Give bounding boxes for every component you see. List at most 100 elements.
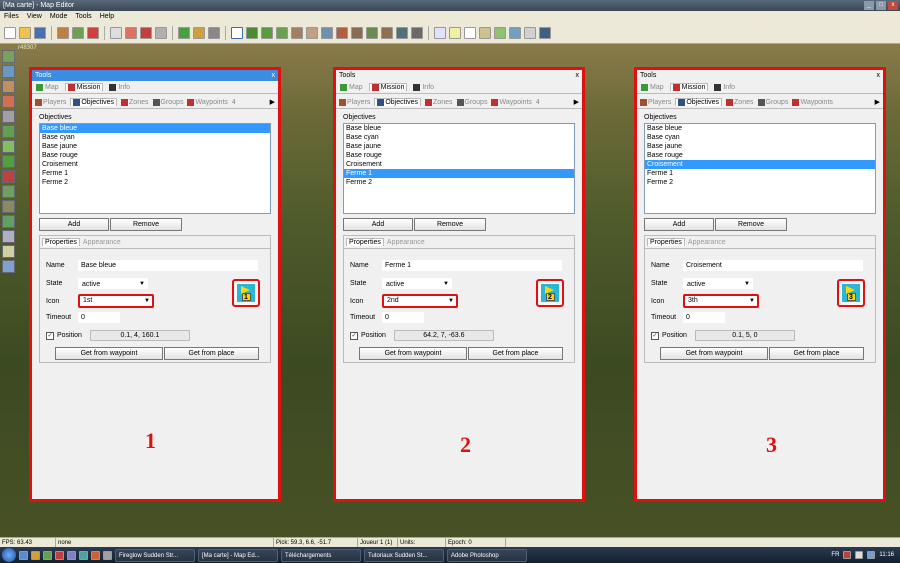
add-button[interactable]: Add <box>343 218 413 231</box>
name-field[interactable]: Croisement <box>683 260 863 271</box>
tray-icon[interactable] <box>855 551 864 559</box>
get-from-waypoint-button[interactable]: Get from waypoint <box>660 347 768 360</box>
list-item[interactable]: Ferme 2 <box>344 178 574 187</box>
tree-icon[interactable] <box>246 26 258 39</box>
unit-icon[interactable] <box>411 26 423 39</box>
tool-icon[interactable] <box>155 26 167 39</box>
close-icon[interactable]: x <box>576 70 580 81</box>
state-select[interactable]: active ▼ <box>683 278 753 289</box>
add-button[interactable]: Add <box>644 218 714 231</box>
settings-icon[interactable] <box>539 26 551 39</box>
left-tool-icon[interactable] <box>2 50 15 63</box>
tab-mission[interactable]: Mission <box>368 83 408 91</box>
left-tool-icon[interactable] <box>2 155 15 168</box>
window-icon[interactable] <box>434 26 446 39</box>
tab-map[interactable]: Map <box>641 83 664 91</box>
timeout-field[interactable]: 0 <box>683 312 725 323</box>
objectives-list[interactable]: Base bleue Base cyan Base jaune Base rou… <box>39 123 271 214</box>
quick-launch-icon[interactable] <box>67 550 76 560</box>
icon-select[interactable]: 3th ▼ <box>683 294 759 308</box>
new-file-icon[interactable] <box>4 26 16 39</box>
close-window-button[interactable]: x <box>888 1 898 10</box>
tab-info[interactable]: Info <box>109 83 130 91</box>
taskbar-item[interactable]: Adobe Photoshop <box>447 548 527 562</box>
building-icon[interactable] <box>336 26 348 39</box>
quick-launch-icon[interactable] <box>43 550 52 560</box>
building-icon[interactable] <box>351 26 363 39</box>
tab-info[interactable]: Info <box>714 83 735 91</box>
state-select[interactable]: active ▼ <box>78 278 148 289</box>
unit-icon[interactable] <box>396 26 408 39</box>
terrain-icon[interactable] <box>178 26 190 39</box>
left-tool-icon[interactable] <box>2 170 15 183</box>
list-item[interactable]: Ferme 1 <box>344 169 574 178</box>
tab-appearance[interactable]: Appearance <box>688 239 726 246</box>
get-from-waypoint-button[interactable]: Get from waypoint <box>359 347 467 360</box>
tab-appearance[interactable]: Appearance <box>387 239 425 246</box>
icon-select[interactable]: 2nd ▼ <box>382 294 458 308</box>
tab-map[interactable]: Map <box>36 83 59 91</box>
list-item[interactable]: Croisement <box>344 160 574 169</box>
name-field[interactable]: Ferme 1 <box>382 260 562 271</box>
remove-button[interactable]: Remove <box>715 218 787 231</box>
tool-icon[interactable] <box>72 26 84 39</box>
taskbar-item[interactable]: Tutoriaux Sudden St... <box>364 548 444 562</box>
list-item[interactable]: Ferme 2 <box>645 178 875 187</box>
save-icon[interactable] <box>34 26 46 39</box>
tab-appearance[interactable]: Appearance <box>83 239 121 246</box>
list-item[interactable]: Ferme 1 <box>40 169 270 178</box>
tab-groups[interactable]: Groups <box>152 98 183 106</box>
position-checkbox[interactable]: ✓ <box>350 331 358 340</box>
add-button[interactable]: Add <box>39 218 109 231</box>
tray-icon[interactable] <box>843 551 852 559</box>
tab-zones[interactable]: Zones <box>425 98 453 106</box>
tab-overflow[interactable]: 4 <box>232 99 236 106</box>
building-icon[interactable] <box>321 26 333 39</box>
list-item[interactable]: Base rouge <box>40 151 270 160</box>
list-item[interactable]: Base jaune <box>645 142 875 151</box>
tab-map[interactable]: Map <box>340 83 363 91</box>
left-tool-icon[interactable] <box>2 80 15 93</box>
tab-players[interactable]: Players <box>640 98 671 106</box>
grid-icon[interactable] <box>208 26 220 39</box>
cursor-icon[interactable] <box>231 26 243 39</box>
quick-launch-icon[interactable] <box>79 550 88 560</box>
tab-players[interactable]: Players <box>35 98 66 106</box>
tab-scroll-right-icon[interactable]: ▶ <box>574 98 582 106</box>
list-item[interactable]: Base cyan <box>645 133 875 142</box>
menu-help[interactable]: Help <box>100 11 114 22</box>
tool-icon[interactable] <box>87 26 99 39</box>
list-item[interactable]: Ferme 1 <box>645 169 875 178</box>
list-item[interactable]: Base bleue <box>344 124 574 133</box>
close-icon[interactable]: x <box>877 70 881 81</box>
maximize-button[interactable]: □ <box>876 1 886 10</box>
tab-zones[interactable]: Zones <box>121 98 149 106</box>
menu-view[interactable]: View <box>27 11 42 22</box>
list-item[interactable]: Base bleue <box>645 124 875 133</box>
quick-launch-icon[interactable] <box>91 550 100 560</box>
left-tool-icon[interactable] <box>2 65 15 78</box>
tab-scroll-right-icon[interactable]: ▶ <box>270 98 278 106</box>
tab-groups[interactable]: Groups <box>757 98 788 106</box>
quick-launch-icon[interactable] <box>55 550 64 560</box>
position-checkbox[interactable]: ✓ <box>651 331 659 340</box>
left-tool-icon[interactable] <box>2 245 15 258</box>
left-tool-icon[interactable] <box>2 110 15 123</box>
menu-tools[interactable]: Tools <box>75 11 91 22</box>
tab-players[interactable]: Players <box>339 98 370 106</box>
list-item[interactable]: Base jaune <box>40 142 270 151</box>
objectives-list[interactable]: Base bleue Base cyan Base jaune Base rou… <box>644 123 876 214</box>
list-item[interactable]: Base jaune <box>344 142 574 151</box>
minimize-button[interactable]: _ <box>864 1 874 10</box>
tool-icon[interactable] <box>125 26 137 39</box>
left-tool-icon[interactable] <box>2 200 15 213</box>
menu-files[interactable]: Files <box>4 11 19 22</box>
menu-mode[interactable]: Mode <box>50 11 68 22</box>
tool-icon[interactable] <box>57 26 69 39</box>
tab-waypoints[interactable]: Waypoints <box>491 98 532 106</box>
tab-objectives[interactable]: Objectives <box>675 98 723 106</box>
left-tool-icon[interactable] <box>2 185 15 198</box>
note-icon[interactable] <box>449 26 461 39</box>
open-folder-icon[interactable] <box>19 26 31 39</box>
tray-icon[interactable] <box>867 551 876 559</box>
